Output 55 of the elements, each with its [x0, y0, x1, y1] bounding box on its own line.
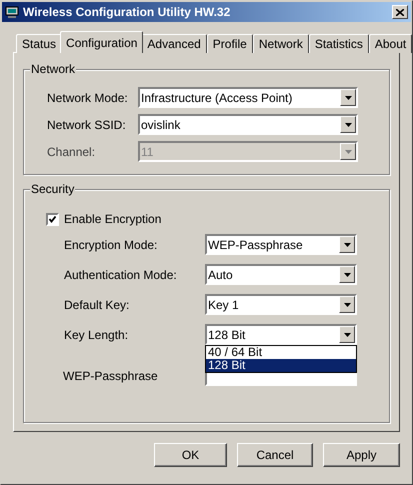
dropdown-button[interactable]	[339, 236, 355, 253]
dropdown-arrow-icon	[344, 242, 350, 246]
field-label: Network Mode:	[47, 90, 129, 106]
dropdown-button[interactable]	[340, 89, 356, 106]
field-value: Auto	[207, 266, 234, 284]
tab[interactable]: Network	[252, 34, 309, 53]
checkbox-label[interactable]: Enable Encryption	[64, 210, 162, 228]
dropdown-arrow-icon	[344, 96, 352, 100]
field-value: ovislink	[140, 116, 182, 134]
tab[interactable]: About	[368, 34, 412, 53]
field-label: WEP-Passphrase	[63, 368, 159, 384]
dropdown-button[interactable]	[339, 326, 355, 343]
dropdown-arrow-icon	[344, 122, 352, 126]
tab[interactable]: Advanced	[141, 34, 207, 53]
dropdown-field[interactable]: 128 Bit	[205, 324, 357, 345]
dropdown-button[interactable]	[339, 296, 355, 313]
dialog-button[interactable]: Apply	[323, 443, 400, 467]
field-label: Key Length:	[64, 326, 130, 344]
dropdown-arrow-icon	[344, 332, 350, 336]
tab[interactable]: Statistics	[308, 34, 369, 53]
dropdown-field[interactable]: Key 1	[205, 294, 357, 315]
field-value: 11	[140, 144, 154, 160]
field-value: Key 1	[207, 296, 240, 314]
field-label: Network SSID:	[47, 116, 127, 134]
field-label: Authentication Mode:	[64, 266, 178, 284]
group-title: Network	[30, 62, 76, 76]
dropdown-field[interactable]: Auto	[205, 264, 357, 285]
field-label: Default Key:	[64, 296, 130, 314]
tab[interactable]: Profile	[206, 34, 253, 53]
group-title: Security	[30, 182, 76, 196]
computer-icon	[5, 6, 19, 18]
dropdown-arrow-icon	[344, 302, 350, 306]
dropdown-button[interactable]	[339, 266, 355, 283]
tab[interactable]: Configuration	[60, 31, 144, 53]
dropdown-arrow-icon	[344, 272, 350, 276]
dropdown-option[interactable]: 128 Bit	[206, 359, 356, 372]
checkmark-icon	[49, 216, 56, 222]
dropdown-button[interactable]	[340, 116, 356, 133]
field-label: Encryption Mode:	[64, 236, 158, 254]
field-value: WEP-Passphrase	[207, 236, 304, 254]
close-icon	[396, 8, 404, 16]
dialog-button[interactable]: OK	[154, 443, 227, 467]
tab[interactable]: Status	[16, 34, 62, 53]
field-value: 128 Bit	[207, 326, 246, 344]
field-value: Infrastructure (Access Point)	[140, 90, 294, 106]
dialog-button[interactable]: Cancel	[237, 443, 313, 467]
dropdown-field[interactable]: ovislink	[138, 114, 358, 135]
close-button[interactable]	[392, 5, 408, 19]
dropdown-field[interactable]: WEP-Passphrase	[205, 234, 357, 255]
checkbox[interactable]	[46, 212, 59, 226]
field-label: Channel:	[47, 144, 96, 160]
window-title: Wireless Configuration Utility HW.32	[23, 4, 232, 21]
dropdown-field[interactable]: Infrastructure (Access Point)	[138, 87, 358, 108]
dropdown-option[interactable]: 40 / 64 Bit	[206, 346, 356, 359]
dropdown-arrow-icon	[344, 150, 352, 154]
